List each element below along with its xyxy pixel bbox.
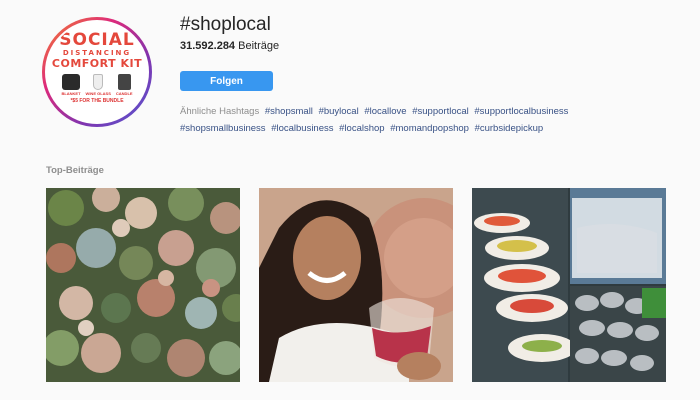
avatar-text-social: SOCIAL xyxy=(59,30,135,50)
related-hashtags: Ähnliche Hashtags #shopsmall #buylocal #… xyxy=(180,103,640,137)
top-post-flowers[interactable] xyxy=(46,188,240,382)
follow-button[interactable]: Folgen xyxy=(180,71,273,91)
related-tag-curbsidepickup[interactable]: #curbsidepickup xyxy=(475,123,544,134)
avatar-products: BLANKET WINE GLASS CANDLE xyxy=(61,74,133,96)
related-tag-shopsmall[interactable]: #shopsmall xyxy=(265,106,313,117)
related-tag-shopsmallbusiness[interactable]: #shopsmallbusiness xyxy=(180,123,266,134)
related-tag-momandpopshop[interactable]: #momandpopshop xyxy=(390,123,469,134)
food-trays-image xyxy=(472,188,666,382)
avatar-price: *$5 FOR THE BUNDLE xyxy=(70,98,124,104)
related-hashtags-label: Ähnliche Hashtags xyxy=(180,106,260,117)
avatar-product-blanket: BLANKET xyxy=(61,74,81,96)
top-post-woman-wine[interactable] xyxy=(259,188,453,382)
avatar-image: SOCIAL DISTANCING COMFORT KIT BLANKET WI… xyxy=(45,20,149,124)
flowers-image xyxy=(46,188,240,382)
avatar-product-glass: WINE GLASS xyxy=(86,74,111,96)
avatar-text-comfort-kit: COMFORT KIT xyxy=(51,57,143,70)
related-tag-buylocal[interactable]: #buylocal xyxy=(319,106,359,117)
related-tag-supportlocal[interactable]: #supportlocal xyxy=(412,106,469,117)
related-tag-localshop[interactable]: #localshop xyxy=(339,123,384,134)
avatar-product-candle: CANDLE xyxy=(116,74,133,96)
blanket-icon xyxy=(61,74,80,90)
related-tag-localbusiness[interactable]: #localbusiness xyxy=(271,123,333,134)
related-tag-supportlocalbusiness[interactable]: #supportlocalbusiness xyxy=(474,106,568,117)
hashtag-title: #shoplocal xyxy=(180,14,271,35)
post-count: 31.592.284 Beiträge xyxy=(180,40,279,52)
candle-icon xyxy=(117,74,131,90)
post-count-value: 31.592.284 xyxy=(180,40,236,52)
wine-glass-icon xyxy=(93,74,104,90)
hashtag-avatar: SOCIAL DISTANCING COMFORT KIT BLANKET WI… xyxy=(42,17,152,127)
top-posts-label: Top-Beiträge xyxy=(46,165,104,176)
woman-wine-image xyxy=(259,188,453,382)
top-post-food-trays[interactable] xyxy=(472,188,666,382)
related-tag-locallove[interactable]: #locallove xyxy=(364,106,406,117)
post-count-suffix: Beiträge xyxy=(235,40,280,52)
